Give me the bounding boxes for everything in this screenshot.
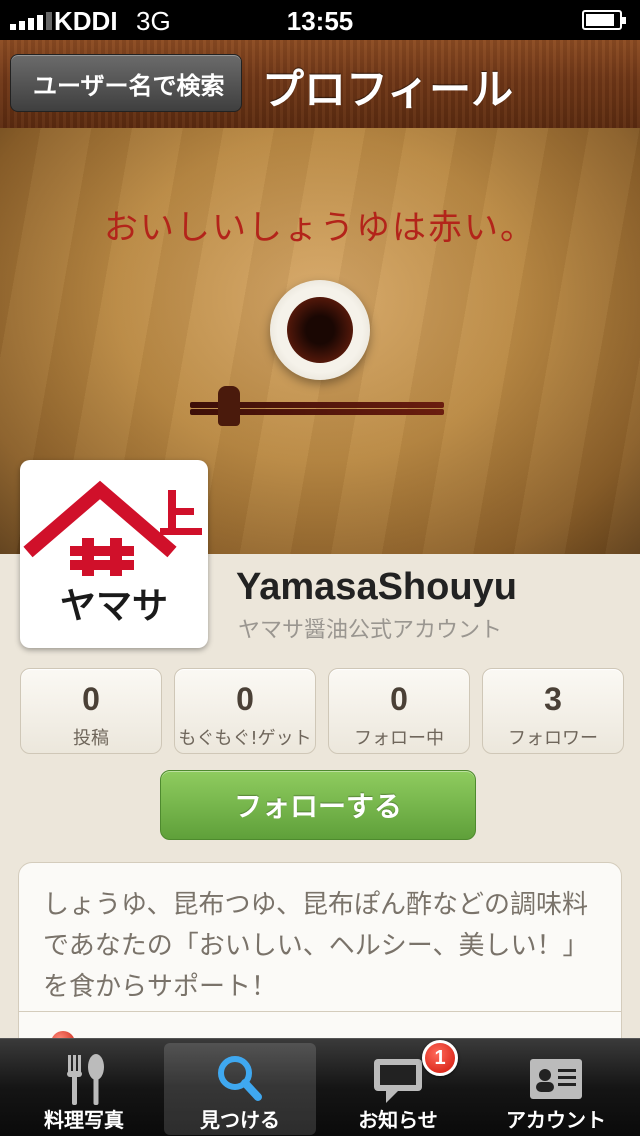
profile-username: YamasaShouyu — [236, 566, 517, 608]
tab-label: アカウント — [506, 1108, 606, 1132]
tab-discover[interactable]: 見つける — [164, 1043, 316, 1135]
status-bar: KDDI 3G 13:55 — [0, 0, 640, 40]
stat-mogumogu-get[interactable]: 0 もぐもぐ!ゲット — [174, 668, 316, 754]
tab-account[interactable]: アカウント — [480, 1043, 632, 1135]
fork-spoon-icon — [67, 1054, 104, 1105]
profile-subtitle: ヤマサ醤油公式アカウント — [238, 618, 503, 643]
search-icon — [218, 1056, 262, 1101]
profile-bio-text: しょうゆ、昆布つゆ、昆布ぽん酢などの調味料であなたの「おいしい、ヘルシー、美しい… — [43, 890, 589, 1002]
stat-label: もぐもぐ!ゲット — [178, 728, 312, 749]
status-time: 13:55 — [286, 6, 354, 36]
battery-icon — [582, 10, 626, 30]
id-card-icon — [530, 1059, 582, 1099]
profile-bio-card: しょうゆ、昆布つゆ、昆布ぽん酢などの調味料であなたの「おいしい、ヘルシー、美しい… — [18, 862, 622, 1062]
back-button-label: ユーザー名で検索 — [33, 71, 225, 100]
soy-sauce-dish-image — [270, 280, 370, 380]
stat-following[interactable]: 0 フォロー中 — [328, 668, 470, 754]
stat-posts[interactable]: 0 投稿 — [20, 668, 162, 754]
stat-label: 投稿 — [73, 728, 109, 749]
notification-badge: 1 — [422, 1040, 458, 1076]
tab-food-photos[interactable]: 料理写真 — [8, 1043, 160, 1135]
stat-value: 3 — [544, 681, 562, 717]
tab-label: お知らせ — [358, 1108, 438, 1132]
stat-value: 0 — [236, 681, 254, 717]
tab-label: 料理写真 — [44, 1108, 124, 1132]
stat-label: フォロー中 — [354, 728, 444, 749]
profile-stats: 0 投稿 0 もぐもぐ!ゲット 0 フォロー中 3 フォロワー — [20, 668, 624, 754]
yamasa-logo-icon: ヤマサ — [23, 480, 202, 627]
tab-bar: 料理写真 見つける お知らせ アカウント — [0, 1038, 640, 1136]
stat-label: フォロワー — [508, 728, 598, 749]
message-icon — [374, 1059, 422, 1103]
follow-button[interactable]: フォローする — [160, 770, 476, 840]
stat-value: 0 — [390, 681, 408, 717]
banner-tagline: おいしいしょうゆは赤い。 — [104, 208, 536, 248]
back-button[interactable]: ユーザー名で検索 — [10, 54, 242, 112]
chopsticks-image — [190, 386, 444, 426]
logo-text: ヤマサ — [60, 586, 168, 627]
profile-avatar[interactable]: ヤマサ — [20, 460, 208, 648]
stat-value: 0 — [82, 681, 100, 717]
stat-followers[interactable]: 3 フォロワー — [482, 668, 624, 754]
page-title: プロフィール — [262, 65, 514, 114]
tab-label: 見つける — [200, 1108, 280, 1132]
navigation-bar: ユーザー名で検索 プロフィール — [0, 40, 640, 128]
bio-divider — [19, 1011, 621, 1012]
